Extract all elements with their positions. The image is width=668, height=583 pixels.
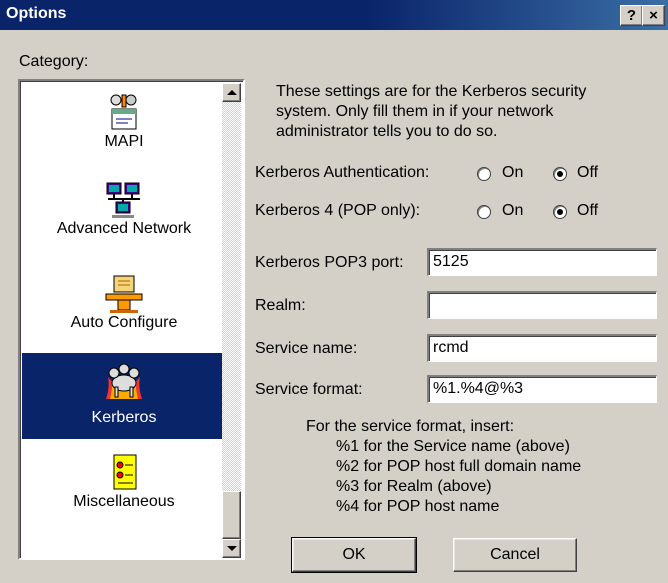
close-button[interactable]: × xyxy=(642,5,665,26)
category-item-label: Kerberos xyxy=(91,409,157,426)
kerberos-auth-on-radio[interactable] xyxy=(477,167,491,181)
realm-field[interactable] xyxy=(427,291,657,319)
arrow-down-icon xyxy=(227,546,237,551)
kerberos-dog-icon xyxy=(106,363,142,399)
kerberos4-label: Kerberos 4 (POP only): xyxy=(255,202,421,219)
network-icon xyxy=(106,182,140,218)
help-line: %1 for the Service name (above) xyxy=(336,438,570,455)
service-format-help: For the service format, insert: %1 for t… xyxy=(306,417,581,517)
scroll-thumb[interactable] xyxy=(222,491,241,539)
arrow-up-icon xyxy=(227,90,237,95)
category-item-label: Miscellaneous xyxy=(73,493,175,510)
category-item-label: Auto Configure xyxy=(70,314,178,331)
pop3-port-field[interactable]: 5125 xyxy=(427,248,657,276)
service-format-field[interactable]: %1.%4@%3 xyxy=(427,375,657,403)
pop3-port-label: Kerberos POP3 port: xyxy=(255,254,404,271)
category-list[interactable]: MAPI Advanced Network Auto Configure Ker… xyxy=(18,79,245,560)
kerberos-description: These settings are for the Kerberos secu… xyxy=(276,83,587,140)
service-name-field[interactable]: rcmd xyxy=(427,334,657,362)
category-item-label: MAPI xyxy=(104,133,144,150)
auto-configure-icon xyxy=(105,275,143,313)
kerberos4-off-label[interactable]: Off xyxy=(577,202,598,220)
kerberos-auth-on-label[interactable]: On xyxy=(502,164,523,182)
scroll-up-button[interactable] xyxy=(222,83,241,102)
kerberos4-on-label[interactable]: On xyxy=(502,202,523,220)
title-bar: Options ? × xyxy=(0,0,668,30)
service-format-label: Service format: xyxy=(255,381,363,398)
cancel-button[interactable]: Cancel xyxy=(453,538,577,572)
service-name-label: Service name: xyxy=(255,340,358,357)
miscellaneous-icon xyxy=(113,454,137,490)
kerberos4-on-radio[interactable] xyxy=(477,205,491,219)
options-dialog: Options ? × Category: MAPI Advanced Netw… xyxy=(0,0,668,583)
help-line: %4 for POP host name xyxy=(336,498,500,515)
realm-label: Realm: xyxy=(255,297,306,314)
kerberos-auth-off-label[interactable]: Off xyxy=(577,164,598,182)
category-item-auto-configure[interactable]: Auto Configure xyxy=(22,274,226,346)
ok-button[interactable]: OK xyxy=(291,537,417,573)
scroll-down-button[interactable] xyxy=(222,539,241,558)
help-line: %2 for POP host full domain name xyxy=(336,458,582,475)
help-intro: For the service format, insert: xyxy=(306,418,515,435)
category-item-mapi[interactable]: MAPI xyxy=(22,93,226,165)
window-title: Options xyxy=(6,5,67,22)
kerberos-auth-label: Kerberos Authentication: xyxy=(255,164,430,181)
category-label: Category: xyxy=(19,53,89,70)
help-line: %3 for Realm (above) xyxy=(336,478,492,495)
category-item-label: Advanced Network xyxy=(56,220,192,237)
kerberos4-off-radio[interactable] xyxy=(553,205,567,219)
help-button[interactable]: ? xyxy=(620,5,643,26)
mapi-icon xyxy=(110,94,137,130)
category-scrollbar[interactable] xyxy=(222,83,241,558)
category-item-miscellaneous[interactable]: Miscellaneous xyxy=(22,453,226,525)
category-item-advanced-network[interactable]: Advanced Network xyxy=(22,180,226,260)
kerberos-auth-off-radio[interactable] xyxy=(553,167,567,181)
category-item-kerberos[interactable]: Kerberos xyxy=(22,353,226,439)
